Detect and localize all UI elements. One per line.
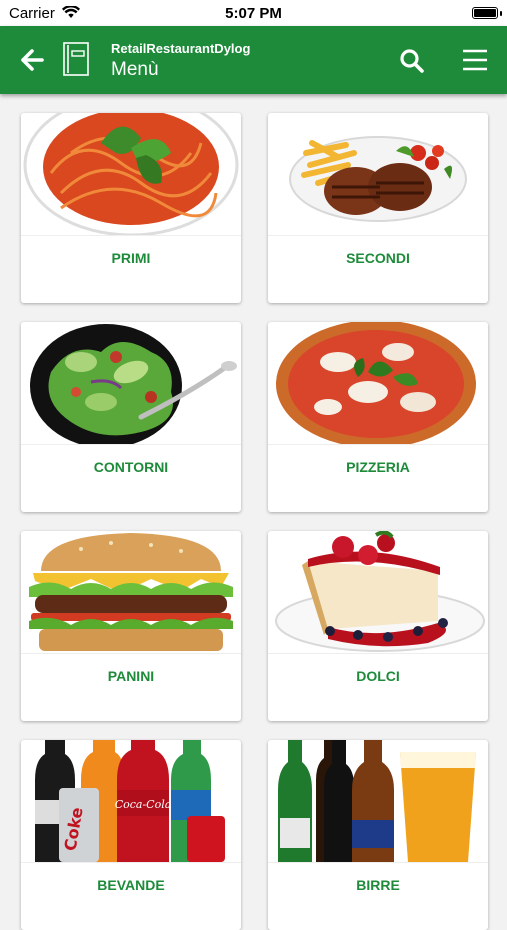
cheesecake-image <box>268 531 488 654</box>
steak-image <box>268 113 488 236</box>
app-name: RetailRestaurantDylog <box>111 41 251 56</box>
search-icon[interactable] <box>398 47 426 75</box>
pasta-image <box>21 113 241 236</box>
category-card-contorni[interactable]: CONTORNI <box>21 322 241 512</box>
status-time: 5:07 PM <box>225 5 282 22</box>
soft-drinks-image: Coca-Cola Coke <box>21 740 241 863</box>
category-label: CONTORNI <box>93 459 169 475</box>
category-card-pizzeria[interactable]: PIZZERIA <box>268 322 488 512</box>
category-card-birre[interactable]: BIRRE <box>268 740 488 930</box>
battery-icon <box>472 7 498 19</box>
battery-tip <box>500 11 502 16</box>
hamburger-menu-icon[interactable] <box>460 45 490 75</box>
category-card-panini[interactable]: PANINI <box>21 531 241 721</box>
category-label: BIRRE <box>356 877 400 893</box>
document-icon <box>63 42 89 76</box>
back-arrow-icon[interactable] <box>18 46 46 74</box>
category-label: DOLCI <box>356 668 400 684</box>
category-label: PIZZERIA <box>346 459 410 475</box>
page-title: Menù <box>111 59 159 80</box>
category-card-secondi[interactable]: SECONDI <box>268 113 488 303</box>
status-bar: Carrier 5:07 PM <box>0 0 507 26</box>
beers-image <box>268 740 488 863</box>
category-label: BEVANDE <box>97 877 165 893</box>
category-card-primi[interactable]: PRIMI <box>21 113 241 303</box>
category-card-bevande[interactable]: Coca-Cola Coke BEVANDE <box>21 740 241 930</box>
burger-image <box>21 531 241 654</box>
category-label: PRIMI <box>111 250 151 266</box>
pizza-image <box>268 322 488 445</box>
category-label: SECONDI <box>346 250 410 266</box>
category-card-dolci[interactable]: DOLCI <box>268 531 488 721</box>
category-label: PANINI <box>107 668 155 684</box>
svg-text:Coca-Cola: Coca-Cola <box>115 798 172 811</box>
app-bar: RetailRestaurantDylog Menù <box>0 26 507 94</box>
salad-image <box>21 322 241 445</box>
